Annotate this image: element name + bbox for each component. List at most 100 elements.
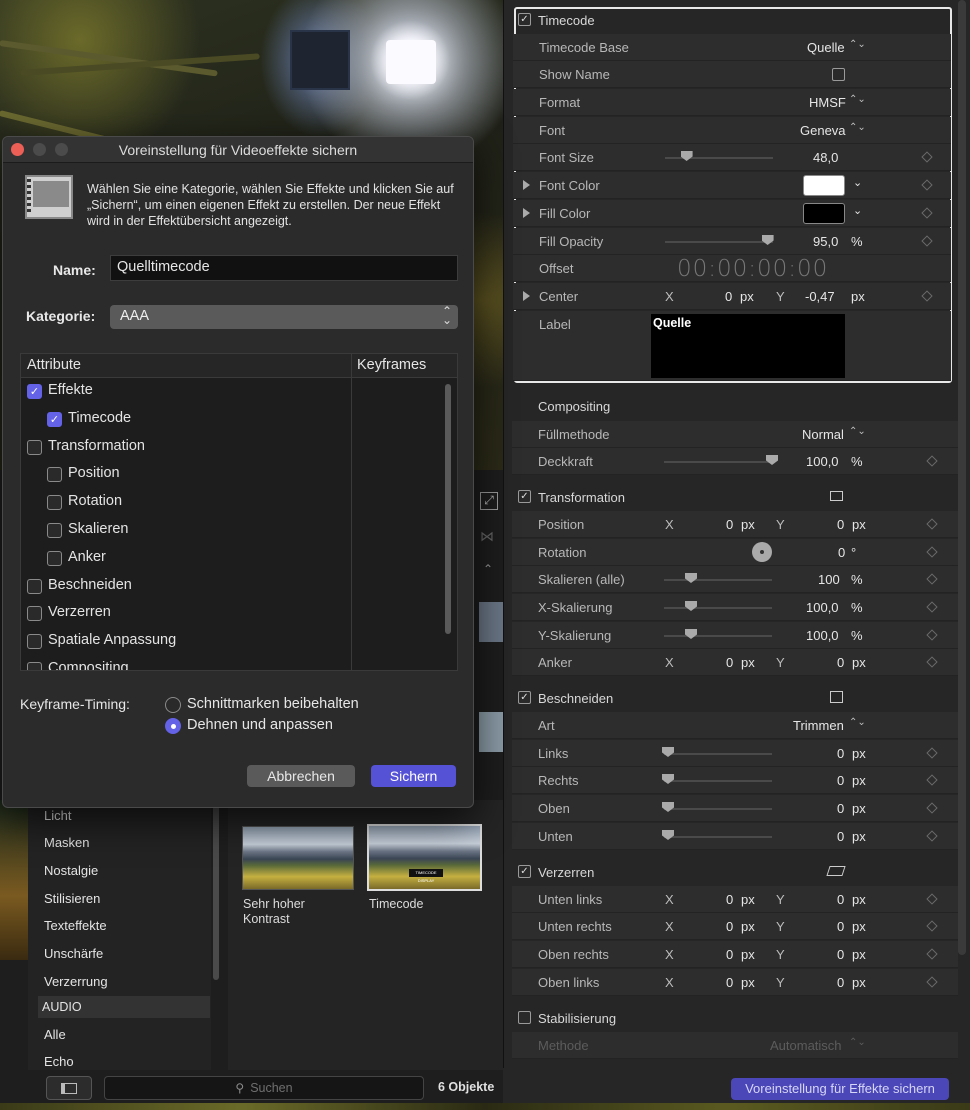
font-color-well[interactable]: [803, 175, 845, 196]
table-scrollbar[interactable]: [445, 384, 451, 634]
crop-right-slider[interactable]: [662, 774, 772, 784]
library-toggle-button[interactable]: [46, 1076, 92, 1100]
keyframe-icon[interactable]: [926, 893, 938, 905]
keyframe-icon[interactable]: [926, 656, 938, 668]
cancel-button[interactable]: Abbrechen: [247, 765, 355, 787]
fill-opacity-slider[interactable]: [665, 235, 774, 245]
crop-onscreen-icon[interactable]: [830, 691, 843, 703]
clip-icon[interactable]: ⋈: [480, 528, 494, 545]
crop-top-slider[interactable]: [662, 802, 772, 812]
keyframe-icon[interactable]: [926, 629, 938, 641]
stabilization-checkbox[interactable]: [518, 1011, 531, 1024]
keyframe-icon[interactable]: [921, 207, 933, 219]
distort-y-value[interactable]: 0: [837, 919, 844, 934]
font-size-value[interactable]: 48,0: [813, 150, 838, 165]
category-select[interactable]: AAA ⌃ ⌄: [110, 305, 458, 329]
chevron-down-icon[interactable]: ⌄: [853, 204, 862, 217]
keyframe-icon[interactable]: [921, 290, 933, 302]
library-item[interactable]: Nostalgie: [44, 863, 98, 878]
library-item[interactable]: Verzerrung: [44, 974, 108, 989]
library-item[interactable]: Stilisieren: [44, 891, 100, 906]
expand-icon[interactable]: ⤢: [480, 492, 498, 510]
preset-name-input[interactable]: Quelltimecode: [110, 255, 458, 281]
attribute-checkbox[interactable]: [27, 439, 42, 455]
disclosure-icon[interactable]: [523, 291, 530, 301]
crop-bottom-slider[interactable]: [662, 830, 772, 840]
fill-opacity-value[interactable]: 95,0: [813, 234, 838, 249]
library-item[interactable]: Texteffekte: [44, 918, 107, 933]
keyframe-icon[interactable]: [926, 948, 938, 960]
disclosure-icon[interactable]: [523, 208, 530, 218]
attribute-checkbox[interactable]: [47, 523, 62, 538]
scale-y-value[interactable]: 100,0: [806, 628, 839, 643]
distort-x-value[interactable]: 0: [726, 892, 733, 907]
center-y-value[interactable]: -0,47: [805, 289, 835, 304]
position-x-value[interactable]: 0: [726, 517, 733, 532]
attribute-checkbox[interactable]: [27, 606, 42, 622]
scale-y-slider[interactable]: [664, 629, 772, 639]
opacity-value[interactable]: 100,0: [806, 454, 839, 469]
attribute-checkbox[interactable]: [27, 634, 42, 650]
label-textarea[interactable]: Quelle: [651, 314, 845, 378]
distort-x-value[interactable]: 0: [726, 947, 733, 962]
keyframe-icon[interactable]: [926, 573, 938, 585]
show-name-checkbox[interactable]: [832, 68, 845, 81]
search-field[interactable]: ⚲ Suchen: [104, 1076, 424, 1100]
library-item[interactable]: Licht: [44, 808, 71, 823]
scale-x-value[interactable]: 100,0: [806, 600, 839, 615]
distort-x-value[interactable]: 0: [726, 975, 733, 990]
disclosure-icon[interactable]: [523, 180, 530, 190]
effect-thumbnail[interactable]: [242, 826, 354, 890]
crop-left-value[interactable]: 0: [837, 746, 844, 761]
library-item[interactable]: Unschärfe: [44, 946, 103, 961]
anchor-x-value[interactable]: 0: [726, 655, 733, 670]
attribute-checkbox[interactable]: [27, 662, 42, 670]
font-select[interactable]: Geneva: [800, 123, 846, 138]
scale-all-slider[interactable]: [664, 573, 772, 583]
attribute-checkbox[interactable]: [47, 467, 62, 483]
crop-top-value[interactable]: 0: [837, 801, 844, 816]
center-x-value[interactable]: 0: [725, 289, 732, 304]
attribute-checkbox[interactable]: ✓: [47, 411, 62, 427]
crop-left-slider[interactable]: [662, 747, 772, 757]
keyframe-icon[interactable]: [926, 976, 938, 988]
distort-x-value[interactable]: 0: [726, 919, 733, 934]
position-y-value[interactable]: 0: [837, 517, 844, 532]
distort-y-value[interactable]: 0: [837, 975, 844, 990]
keyframe-icon[interactable]: [926, 546, 938, 558]
save-button[interactable]: Sichern: [371, 765, 456, 787]
radio-keep-markers[interactable]: [165, 697, 181, 713]
keyframe-icon[interactable]: [926, 774, 938, 786]
library-scrollbar[interactable]: [213, 800, 219, 980]
attribute-checkbox[interactable]: [47, 550, 62, 566]
keyframe-icon[interactable]: [926, 747, 938, 759]
keyframe-icon[interactable]: [921, 151, 933, 163]
timecode-checkbox[interactable]: ✓: [518, 13, 531, 26]
effect-thumbnail-selected[interactable]: TIMECODE DISPLAY: [367, 824, 482, 891]
font-size-slider[interactable]: [665, 151, 773, 161]
radio-stretch[interactable]: [165, 718, 181, 734]
keyframe-icon[interactable]: [926, 518, 938, 530]
keyframe-icon[interactable]: [926, 601, 938, 613]
keyframe-icon[interactable]: [926, 830, 938, 842]
rotation-dial[interactable]: [752, 542, 772, 562]
transform-onscreen-icon[interactable]: [830, 491, 843, 501]
save-effects-preset-button[interactable]: Voreinstellung für Effekte sichern: [731, 1078, 949, 1100]
distort-y-value[interactable]: 0: [837, 892, 844, 907]
scale-x-slider[interactable]: [664, 601, 772, 611]
attribute-checkbox[interactable]: ✓: [27, 384, 42, 399]
crop-type-select[interactable]: Trimmen: [793, 718, 844, 733]
anchor-y-value[interactable]: 0: [837, 655, 844, 670]
library-item[interactable]: Alle: [44, 1027, 66, 1042]
library-item[interactable]: Masken: [44, 835, 90, 850]
opacity-slider[interactable]: [664, 455, 778, 465]
keyframe-icon[interactable]: [926, 802, 938, 814]
keyframe-icon[interactable]: [926, 920, 938, 932]
distort-onscreen-icon[interactable]: [826, 866, 846, 876]
crop-checkbox[interactable]: ✓: [518, 691, 531, 704]
stabilization-method-select[interactable]: Automatisch: [770, 1038, 842, 1053]
keyframe-icon[interactable]: [926, 455, 938, 467]
attribute-checkbox[interactable]: [27, 578, 42, 594]
library-item[interactable]: Echo: [44, 1054, 74, 1069]
attribute-checkbox[interactable]: [47, 495, 62, 511]
